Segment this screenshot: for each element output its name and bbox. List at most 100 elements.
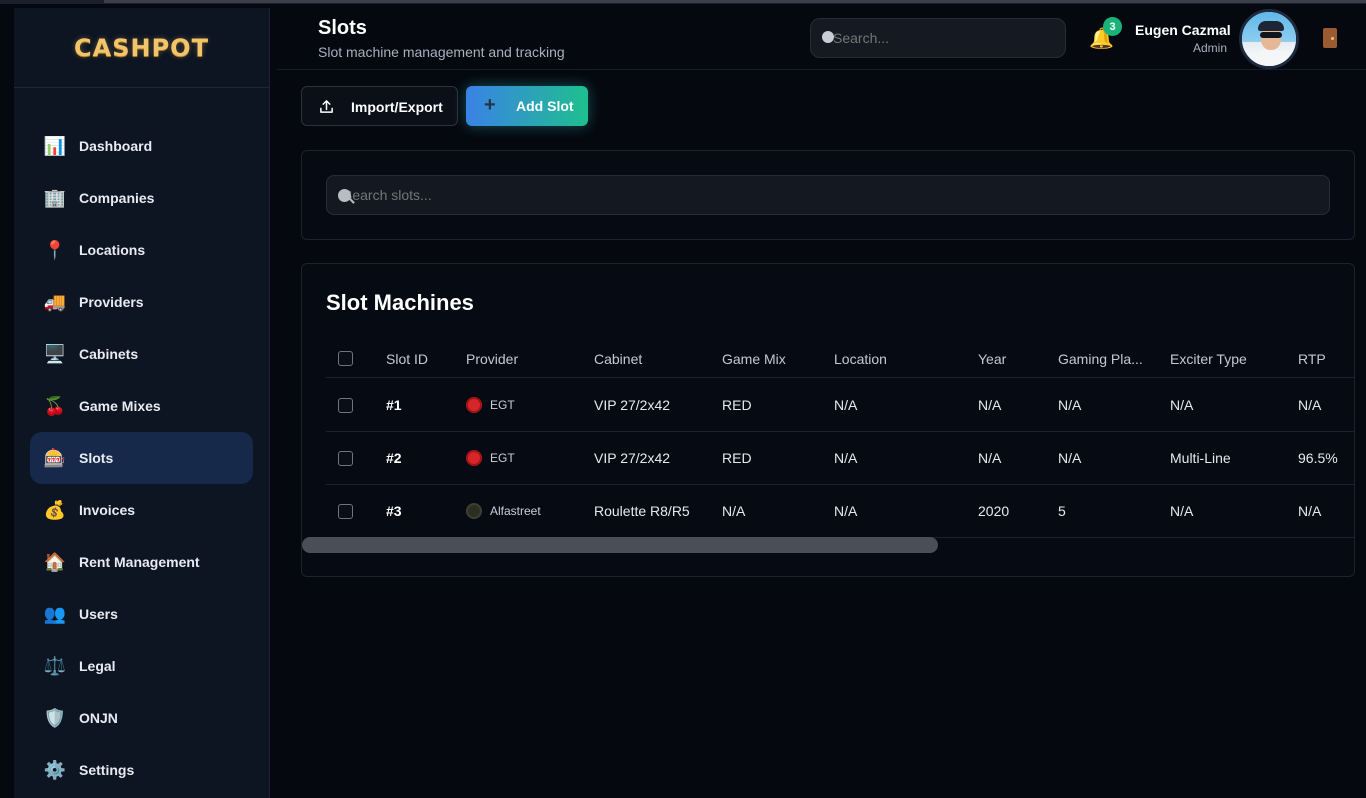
sidebar-item-label: Locations: [79, 242, 146, 258]
page-subtitle: Slot machine management and tracking: [318, 44, 565, 60]
sidebar-item-label: Companies: [79, 190, 155, 206]
row-checkbox[interactable]: [338, 503, 353, 519]
rtp-cell: N/A: [1298, 397, 1322, 413]
sidebar-item-label: Slots: [79, 450, 114, 466]
sidebar-item-label: ONJN: [79, 710, 118, 726]
horizontal-scrollbar[interactable]: [302, 537, 938, 553]
avatar-cap: [1258, 21, 1284, 31]
user-role: Admin: [1193, 41, 1228, 55]
monitor-icon: 🖥️: [43, 343, 67, 364]
sidebar-item-label: Invoices: [79, 502, 136, 518]
column-header[interactable]: Gaming Pla...: [1058, 340, 1170, 377]
app-logo[interactable]: CASHPOT: [74, 34, 209, 62]
game-mix-cell: N/A: [722, 503, 746, 519]
sidebar-item-label: Users: [79, 606, 118, 622]
sidebar-item-users[interactable]: 👥 Users: [30, 588, 253, 640]
sidebar-item-legal[interactable]: ⚖️ Legal: [30, 640, 253, 692]
table-title: Slot Machines: [326, 290, 474, 315]
column-header[interactable]: Slot ID: [386, 340, 466, 377]
table-row[interactable]: #2 EGT VIP 27/2x42 RED N/A N/A N/A Multi-Line 96…: [326, 432, 1354, 485]
window-tab-bar: [104, 0, 1366, 3]
table-header: Slot ID Provider Cabinet Game Mix Location Ye…: [326, 340, 1354, 378]
column-header[interactable]: Game Mix: [722, 340, 834, 377]
import-export-label: Import/Export: [351, 99, 443, 115]
year-cell: 2020: [978, 503, 1010, 519]
users-icon: 👥: [43, 603, 67, 624]
global-search-input[interactable]: [811, 19, 1065, 57]
import-export-button[interactable]: Import/Export: [301, 86, 458, 126]
money-bag-icon: 💰: [43, 499, 67, 520]
logo-area: CASHPOT: [14, 8, 269, 88]
provider-cell: EGT: [466, 432, 594, 484]
column-header[interactable]: RTP: [1298, 340, 1354, 377]
table-row[interactable]: #3 Alfastreet Roulette R8/R5 N/A N/A 2020 5 N/A…: [326, 485, 1354, 538]
column-header[interactable]: Cabinet: [594, 340, 722, 377]
search-icon: [822, 31, 834, 43]
slot-search[interactable]: [326, 175, 1330, 215]
provider-cell: EGT: [466, 379, 594, 431]
gaming-places-cell: N/A: [1058, 450, 1082, 466]
rtp-cell: N/A: [1298, 503, 1322, 519]
filter-card: [301, 150, 1355, 240]
sidebar-item-onjn[interactable]: 🛡️ ONJN: [30, 692, 253, 744]
sidebar-item-providers[interactable]: 🚚 Providers: [30, 276, 253, 328]
logout-door-icon[interactable]: [1323, 28, 1337, 48]
sidebar-item-slots[interactable]: 🎰 Slots: [30, 432, 253, 484]
sidebar-nav: 📊 Dashboard 🏢 Companies 📍 Locations 🚚 Providers…: [30, 120, 253, 796]
exciter-cell: N/A: [1170, 503, 1194, 519]
slot-search-input[interactable]: [327, 176, 1329, 214]
row-checkbox[interactable]: [338, 397, 353, 413]
slot-machines-card: Slot Machines Slot ID Provider Cabinet Game…: [301, 263, 1355, 577]
column-header[interactable]: Location: [834, 340, 978, 377]
truck-icon: 🚚: [43, 291, 67, 312]
add-slot-button[interactable]: + Add Slot: [466, 86, 588, 126]
sidebar-item-rent-management[interactable]: 🏠 Rent Management: [30, 536, 253, 588]
row-select-cell: [338, 379, 358, 431]
select-all-checkbox[interactable]: [338, 351, 353, 366]
scales-icon: ⚖️: [43, 655, 67, 676]
rtp-cell: 96.5%: [1298, 450, 1338, 466]
location-cell: N/A: [834, 503, 858, 519]
year-cell: N/A: [978, 450, 1002, 466]
column-header[interactable]: Exciter Type: [1170, 340, 1298, 377]
sidebar-item-locations[interactable]: 📍 Locations: [30, 224, 253, 276]
row-checkbox[interactable]: [338, 450, 353, 466]
add-slot-label: Add Slot: [516, 98, 574, 114]
location-cell: N/A: [834, 397, 858, 413]
column-header[interactable]: Year: [978, 340, 1058, 377]
gear-icon: ⚙️: [43, 759, 67, 780]
id-cell[interactable]: #2: [386, 432, 466, 484]
chart-icon: 📊: [43, 135, 67, 156]
table-row[interactable]: #1 EGT VIP 27/2x42 RED N/A N/A N/A N/A N/A: [326, 379, 1354, 432]
sidebar-item-label: Cabinets: [79, 346, 139, 362]
provider-logo-icon: [466, 450, 482, 466]
avatar[interactable]: [1239, 9, 1299, 69]
game-mix-cell: RED: [722, 450, 752, 466]
gaming-places-cell: 5: [1058, 503, 1066, 519]
sidebar-item-invoices[interactable]: 💰 Invoices: [30, 484, 253, 536]
search-icon: [338, 189, 351, 202]
row-select-cell: [338, 485, 358, 537]
row-select-cell: [338, 432, 358, 484]
user-name: Eugen Cazmal: [1135, 22, 1231, 38]
location-cell: N/A: [834, 450, 858, 466]
upload-icon: [320, 100, 333, 113]
sidebar-item-dashboard[interactable]: 📊 Dashboard: [30, 120, 253, 172]
cherry-icon: 🍒: [43, 395, 67, 416]
sidebar-item-cabinets[interactable]: 🖥️ Cabinets: [30, 328, 253, 380]
sidebar-item-game-mixes[interactable]: 🍒 Game Mixes: [30, 380, 253, 432]
sidebar-item-settings[interactable]: ⚙️ Settings: [30, 744, 253, 796]
sidebar: CASHPOT 📊 Dashboard 🏢 Companies 📍 Locations 🚚 P…: [14, 8, 270, 798]
column-header[interactable]: Provider: [466, 340, 594, 377]
exciter-cell: Multi-Line: [1170, 450, 1231, 466]
provider-name: Alfastreet: [490, 504, 541, 518]
sidebar-item-label: Dashboard: [79, 138, 153, 154]
global-search[interactable]: [810, 18, 1066, 58]
sidebar-item-companies[interactable]: 🏢 Companies: [30, 172, 253, 224]
year-cell: N/A: [978, 397, 1002, 413]
pin-icon: 📍: [43, 239, 67, 260]
cabinet-cell: Roulette R8/R5: [594, 503, 690, 519]
id-cell[interactable]: #1: [386, 379, 466, 431]
cabinet-cell: VIP 27/2x42: [594, 397, 671, 413]
id-cell[interactable]: #3: [386, 485, 466, 537]
